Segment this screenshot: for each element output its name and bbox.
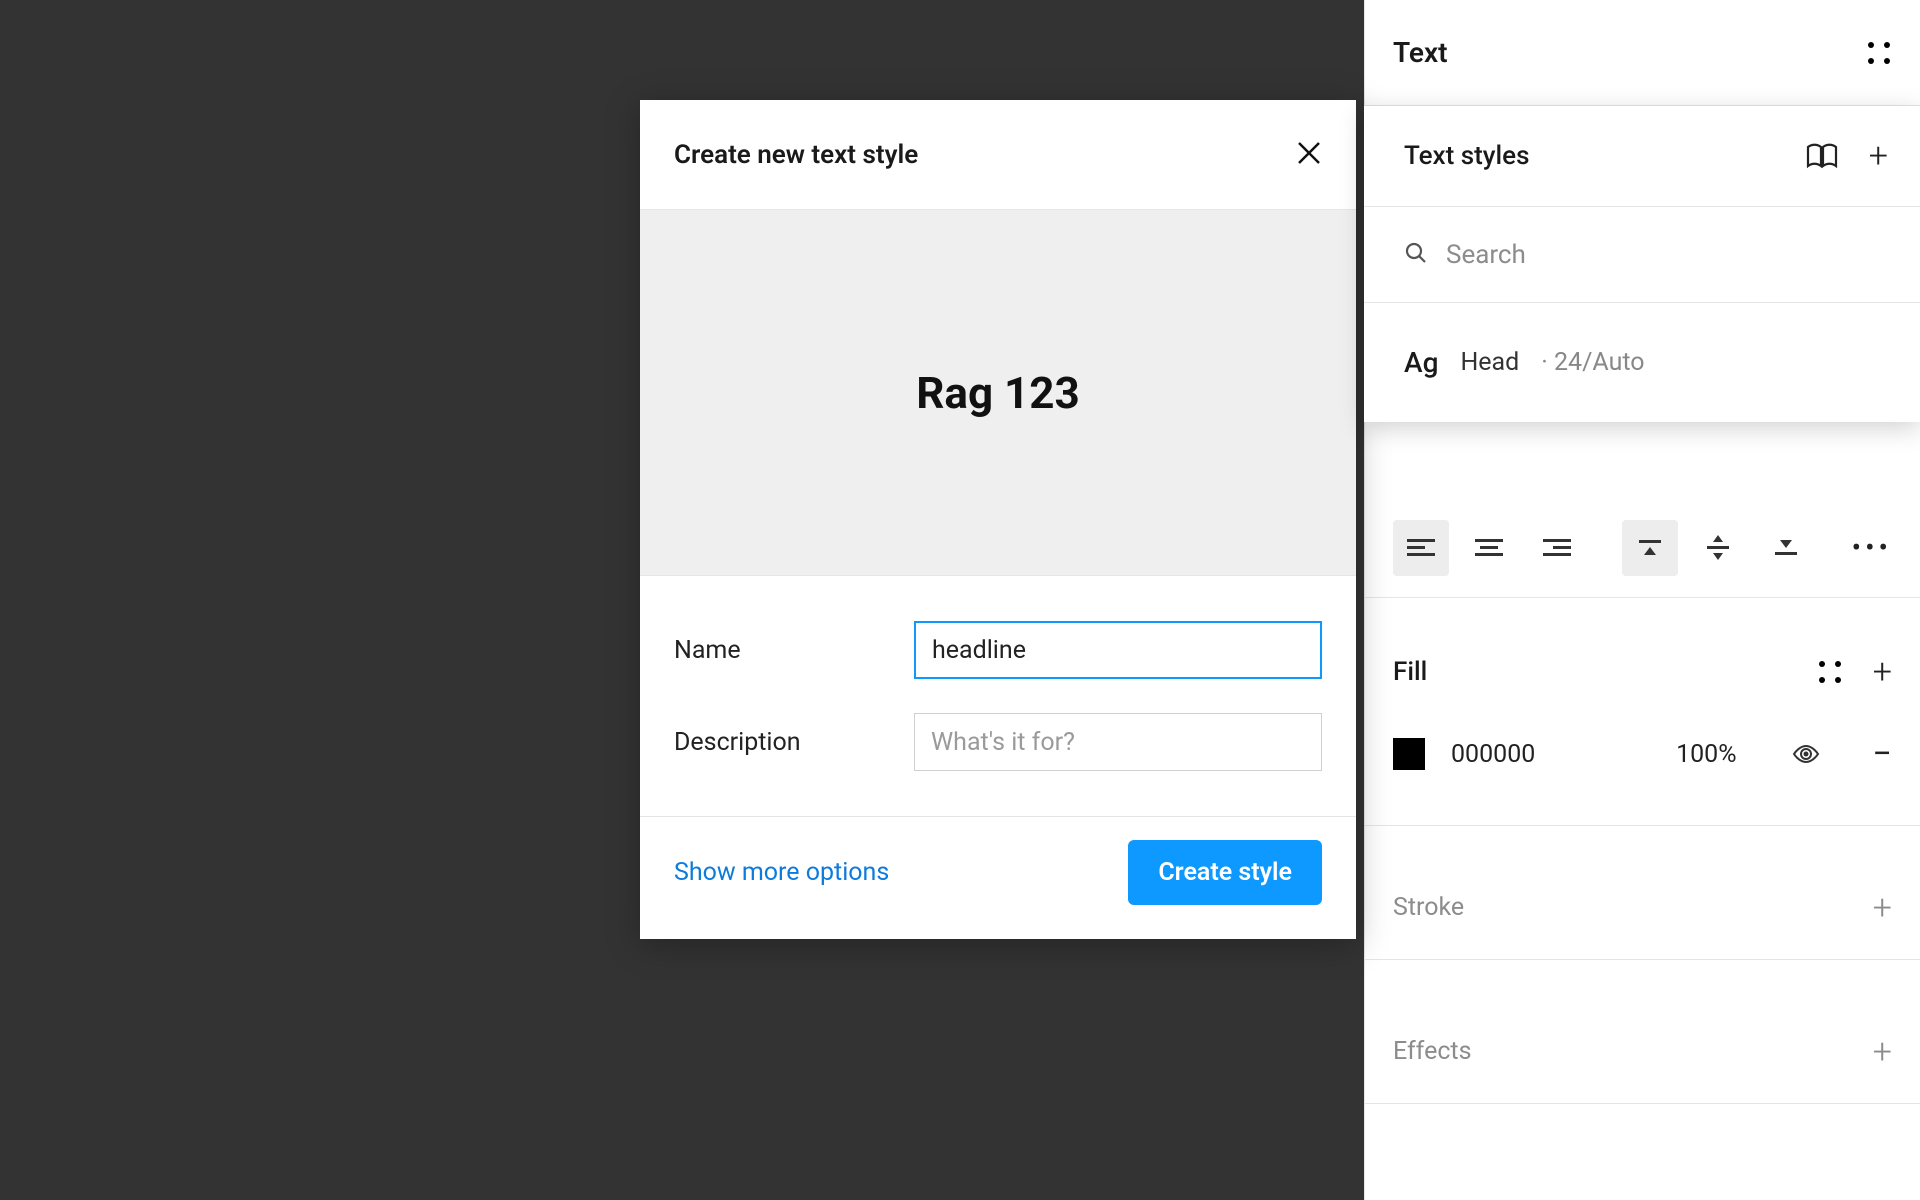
fill-hex-value[interactable]: 000000 (1451, 740, 1535, 769)
library-icon[interactable] (1805, 142, 1839, 170)
modal-header: Create new text style (640, 100, 1356, 210)
style-form: Name Description (640, 576, 1356, 817)
effects-section: Effects + (1365, 1000, 1920, 1104)
effects-label: Effects (1393, 1037, 1472, 1066)
text-align-row: ••• (1365, 498, 1920, 598)
fill-style-dots-icon[interactable] (1817, 659, 1843, 685)
text-styles-title: Text styles (1404, 141, 1529, 171)
style-name-input[interactable] (914, 621, 1322, 679)
horizontal-align-group (1393, 520, 1585, 576)
align-bottom-button[interactable] (1758, 520, 1814, 576)
fill-label: Fill (1393, 657, 1427, 687)
align-right-button[interactable] (1529, 520, 1585, 576)
create-text-style-modal: Create new text style Rag 123 Name Descr… (640, 100, 1356, 939)
style-description-input[interactable] (914, 713, 1322, 771)
text-style-sample: Ag (1404, 346, 1438, 379)
align-center-icon (1475, 539, 1503, 556)
align-top-icon (1639, 540, 1661, 555)
stroke-section: Stroke + (1365, 856, 1920, 960)
name-row: Name (674, 604, 1322, 696)
vertical-align-group (1622, 520, 1814, 576)
create-style-button[interactable]: Create style (1128, 840, 1322, 905)
add-style-icon[interactable]: + (1869, 139, 1888, 173)
text-styles-search-input[interactable] (1446, 240, 1880, 270)
close-icon (1296, 140, 1322, 166)
text-styles-popover: Text styles + Ag Head · 24/Auto (1364, 106, 1920, 422)
stroke-add-icon[interactable]: + (1873, 891, 1892, 925)
fill-section-header: Fill + (1393, 626, 1892, 718)
fill-swatch[interactable] (1393, 738, 1425, 770)
text-style-meta: · 24/Auto (1541, 348, 1644, 377)
align-center-button[interactable] (1461, 520, 1517, 576)
align-middle-button[interactable] (1690, 520, 1746, 576)
visibility-icon[interactable] (1791, 743, 1821, 765)
align-left-icon (1407, 539, 1435, 556)
fill-section: Fill + 000000 100% − (1365, 626, 1920, 826)
align-left-button[interactable] (1393, 520, 1449, 576)
align-top-button[interactable] (1622, 520, 1678, 576)
modal-title: Create new text style (674, 140, 918, 170)
fill-opacity-value[interactable]: 100% (1676, 740, 1736, 769)
text-styles-header: Text styles + (1364, 106, 1920, 206)
description-row: Description (674, 696, 1322, 788)
text-style-item[interactable]: Ag Head · 24/Auto (1364, 302, 1920, 422)
fill-add-icon[interactable]: + (1873, 655, 1892, 689)
align-middle-icon (1707, 535, 1729, 560)
close-button[interactable] (1296, 139, 1322, 171)
modal-footer: Show more options Create style (640, 817, 1356, 939)
panel-text-header: Text (1365, 0, 1920, 106)
stroke-label: Stroke (1393, 893, 1464, 922)
text-styles-search-row (1364, 206, 1920, 302)
fill-remove-icon[interactable]: − (1873, 737, 1892, 771)
search-icon (1404, 241, 1428, 269)
description-label: Description (674, 728, 914, 757)
show-more-options-button[interactable]: Show more options (674, 858, 889, 887)
preview-text: Rag 123 (916, 367, 1080, 419)
style-preview: Rag 123 (640, 210, 1356, 576)
name-label: Name (674, 636, 914, 665)
text-style-name: Head (1460, 348, 1519, 377)
align-bottom-icon (1775, 540, 1797, 555)
style-dots-icon[interactable] (1866, 40, 1892, 66)
panel-title: Text (1393, 36, 1448, 69)
effects-add-icon[interactable]: + (1873, 1035, 1892, 1069)
more-icon[interactable]: ••• (1852, 531, 1892, 564)
fill-color-row[interactable]: 000000 100% − (1393, 718, 1892, 790)
align-right-icon (1543, 539, 1571, 556)
